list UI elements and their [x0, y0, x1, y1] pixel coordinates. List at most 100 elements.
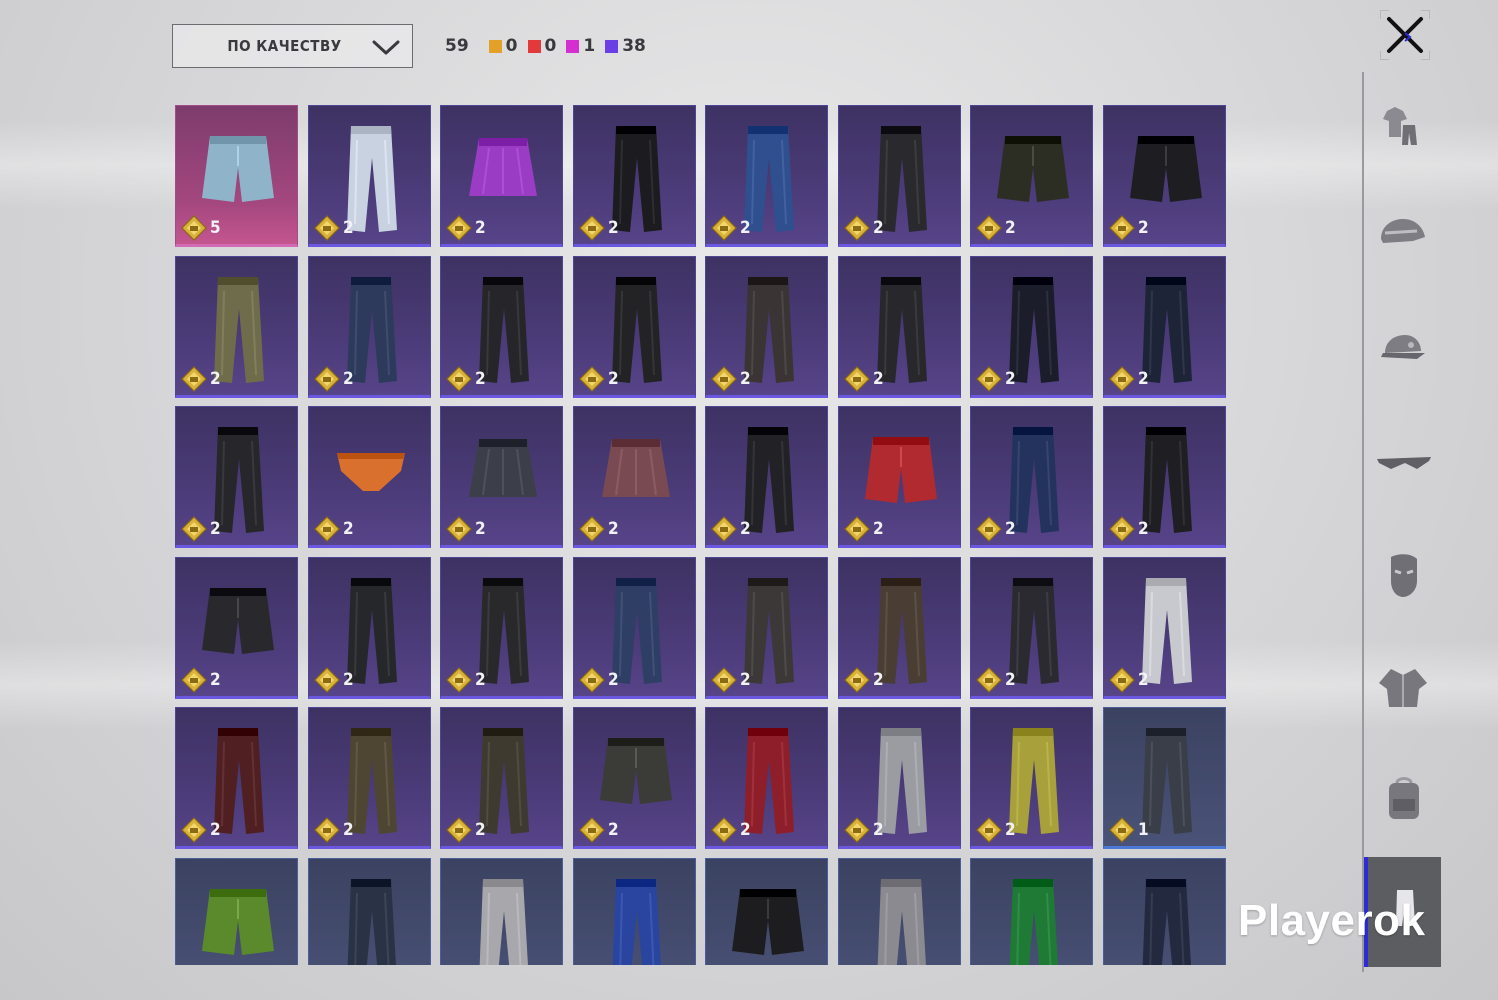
item-thumbnail-pants — [877, 879, 926, 965]
inventory-item[interactable]: 2 — [838, 707, 961, 849]
mask-icon — [1391, 554, 1417, 597]
inventory-item[interactable] — [1103, 858, 1226, 965]
inventory-item[interactable]: 2 — [970, 256, 1093, 398]
close-button[interactable] — [1380, 10, 1430, 60]
item-count-badge: 2 — [711, 817, 751, 843]
inventory-item[interactable]: 2 — [705, 105, 828, 247]
item-count: 2 — [873, 218, 884, 238]
inventory-item[interactable]: 2 — [705, 557, 828, 699]
inventory-item[interactable]: 2 — [308, 406, 431, 548]
inventory-item[interactable]: 2 — [838, 256, 961, 398]
coin-icon — [1109, 667, 1135, 693]
item-count: 2 — [608, 670, 619, 690]
inventory-item[interactable] — [175, 858, 298, 965]
inventory-item[interactable]: 2 — [1103, 557, 1226, 699]
sidebar-category-jacket[interactable] — [1372, 656, 1434, 718]
item-count-badge: 2 — [314, 516, 354, 542]
inventory-item[interactable]: 2 — [1103, 256, 1226, 398]
quality-count-value: 0 — [544, 36, 557, 56]
item-count-badge: 5 — [181, 215, 221, 241]
item-count-badge: 2 — [181, 817, 221, 843]
item-count-badge: 2 — [976, 667, 1016, 693]
inventory-item[interactable]: 2 — [573, 105, 696, 247]
sidebar-category-glasses[interactable] — [1372, 432, 1434, 494]
inventory-item[interactable]: 2 — [308, 256, 431, 398]
item-thumbnail-pants — [612, 879, 661, 965]
sidebar-category-cap[interactable] — [1372, 320, 1434, 382]
inventory-item[interactable]: 2 — [175, 557, 298, 699]
item-count: 2 — [343, 369, 354, 389]
item-count: 2 — [873, 670, 884, 690]
coin-icon — [711, 366, 737, 392]
inventory-item[interactable]: 2 — [1103, 105, 1226, 247]
sidebar-divider — [1362, 72, 1364, 972]
item-count-badge: 2 — [844, 366, 884, 392]
inventory-item[interactable] — [705, 858, 828, 965]
item-count-badge: 2 — [844, 516, 884, 542]
sort-dropdown[interactable]: ПО КАЧЕСТВУ — [172, 24, 413, 68]
inventory-item[interactable]: 2 — [705, 406, 828, 548]
inventory-item[interactable]: 2 — [573, 256, 696, 398]
inventory-item[interactable]: 2 — [705, 707, 828, 849]
item-count-badge: 2 — [1109, 516, 1149, 542]
coin-icon — [976, 516, 1002, 542]
inventory-item[interactable]: 2 — [175, 707, 298, 849]
inventory-item[interactable] — [308, 858, 431, 965]
item-count: 2 — [210, 519, 221, 539]
item-count: 2 — [740, 670, 751, 690]
item-count-badge: 1 — [1109, 817, 1149, 843]
coin-icon — [314, 366, 340, 392]
coin-icon — [446, 817, 472, 843]
inventory-item[interactable]: 2 — [705, 256, 828, 398]
inventory-item[interactable]: 2 — [573, 406, 696, 548]
inventory-item[interactable]: 2 — [440, 105, 563, 247]
item-count: 2 — [475, 369, 486, 389]
item-thumbnail-pants — [479, 879, 528, 965]
coin-icon — [844, 817, 870, 843]
inventory-item[interactable]: 2 — [573, 557, 696, 699]
quality-count-red: 0 — [527, 36, 557, 56]
inventory-item[interactable]: 2 — [175, 406, 298, 548]
inventory-item[interactable] — [573, 858, 696, 965]
sidebar-category-backpack[interactable] — [1372, 768, 1434, 830]
inventory-item[interactable]: 2 — [440, 557, 563, 699]
inventory-item[interactable]: 2 — [970, 557, 1093, 699]
inventory-item[interactable]: 2 — [308, 105, 431, 247]
inventory-item[interactable]: 2 — [440, 707, 563, 849]
sidebar-category-mask[interactable] — [1372, 544, 1434, 606]
coin-icon — [446, 516, 472, 542]
inventory-item[interactable]: 1 — [1103, 707, 1226, 849]
inventory-item[interactable]: 2 — [175, 256, 298, 398]
item-count: 2 — [873, 519, 884, 539]
inventory-item[interactable]: 2 — [440, 256, 563, 398]
inventory-item[interactable]: 2 — [308, 707, 431, 849]
quality-count-value: 1 — [583, 36, 596, 56]
coin-icon — [314, 215, 340, 241]
item-count-badge: 2 — [711, 667, 751, 693]
sidebar-category-helmet[interactable] — [1372, 208, 1434, 270]
item-count: 2 — [608, 519, 619, 539]
inventory-item[interactable]: 2 — [838, 105, 961, 247]
inventory-item[interactable]: 2 — [970, 105, 1093, 247]
inventory-item[interactable]: 5 — [175, 105, 298, 247]
item-count: 2 — [343, 218, 354, 238]
coin-icon — [1109, 817, 1135, 843]
inventory-item[interactable]: 2 — [1103, 406, 1226, 548]
item-count: 2 — [873, 369, 884, 389]
inventory-item[interactable]: 2 — [573, 707, 696, 849]
inventory-item[interactable]: 2 — [440, 406, 563, 548]
inventory-item[interactable] — [838, 858, 961, 965]
inventory-item[interactable]: 2 — [838, 557, 961, 699]
item-count-badge: 2 — [976, 215, 1016, 241]
item-count: 2 — [1138, 218, 1149, 238]
coin-icon — [1109, 516, 1135, 542]
coin-icon — [579, 215, 605, 241]
inventory-item[interactable]: 2 — [308, 557, 431, 699]
sidebar-category-outfit[interactable] — [1372, 96, 1434, 158]
inventory-item[interactable]: 2 — [970, 707, 1093, 849]
inventory-item[interactable]: 2 — [838, 406, 961, 548]
inventory-item[interactable] — [970, 858, 1093, 965]
inventory-item[interactable] — [440, 858, 563, 965]
inventory-item[interactable]: 2 — [970, 406, 1093, 548]
glasses-icon — [1377, 457, 1431, 469]
